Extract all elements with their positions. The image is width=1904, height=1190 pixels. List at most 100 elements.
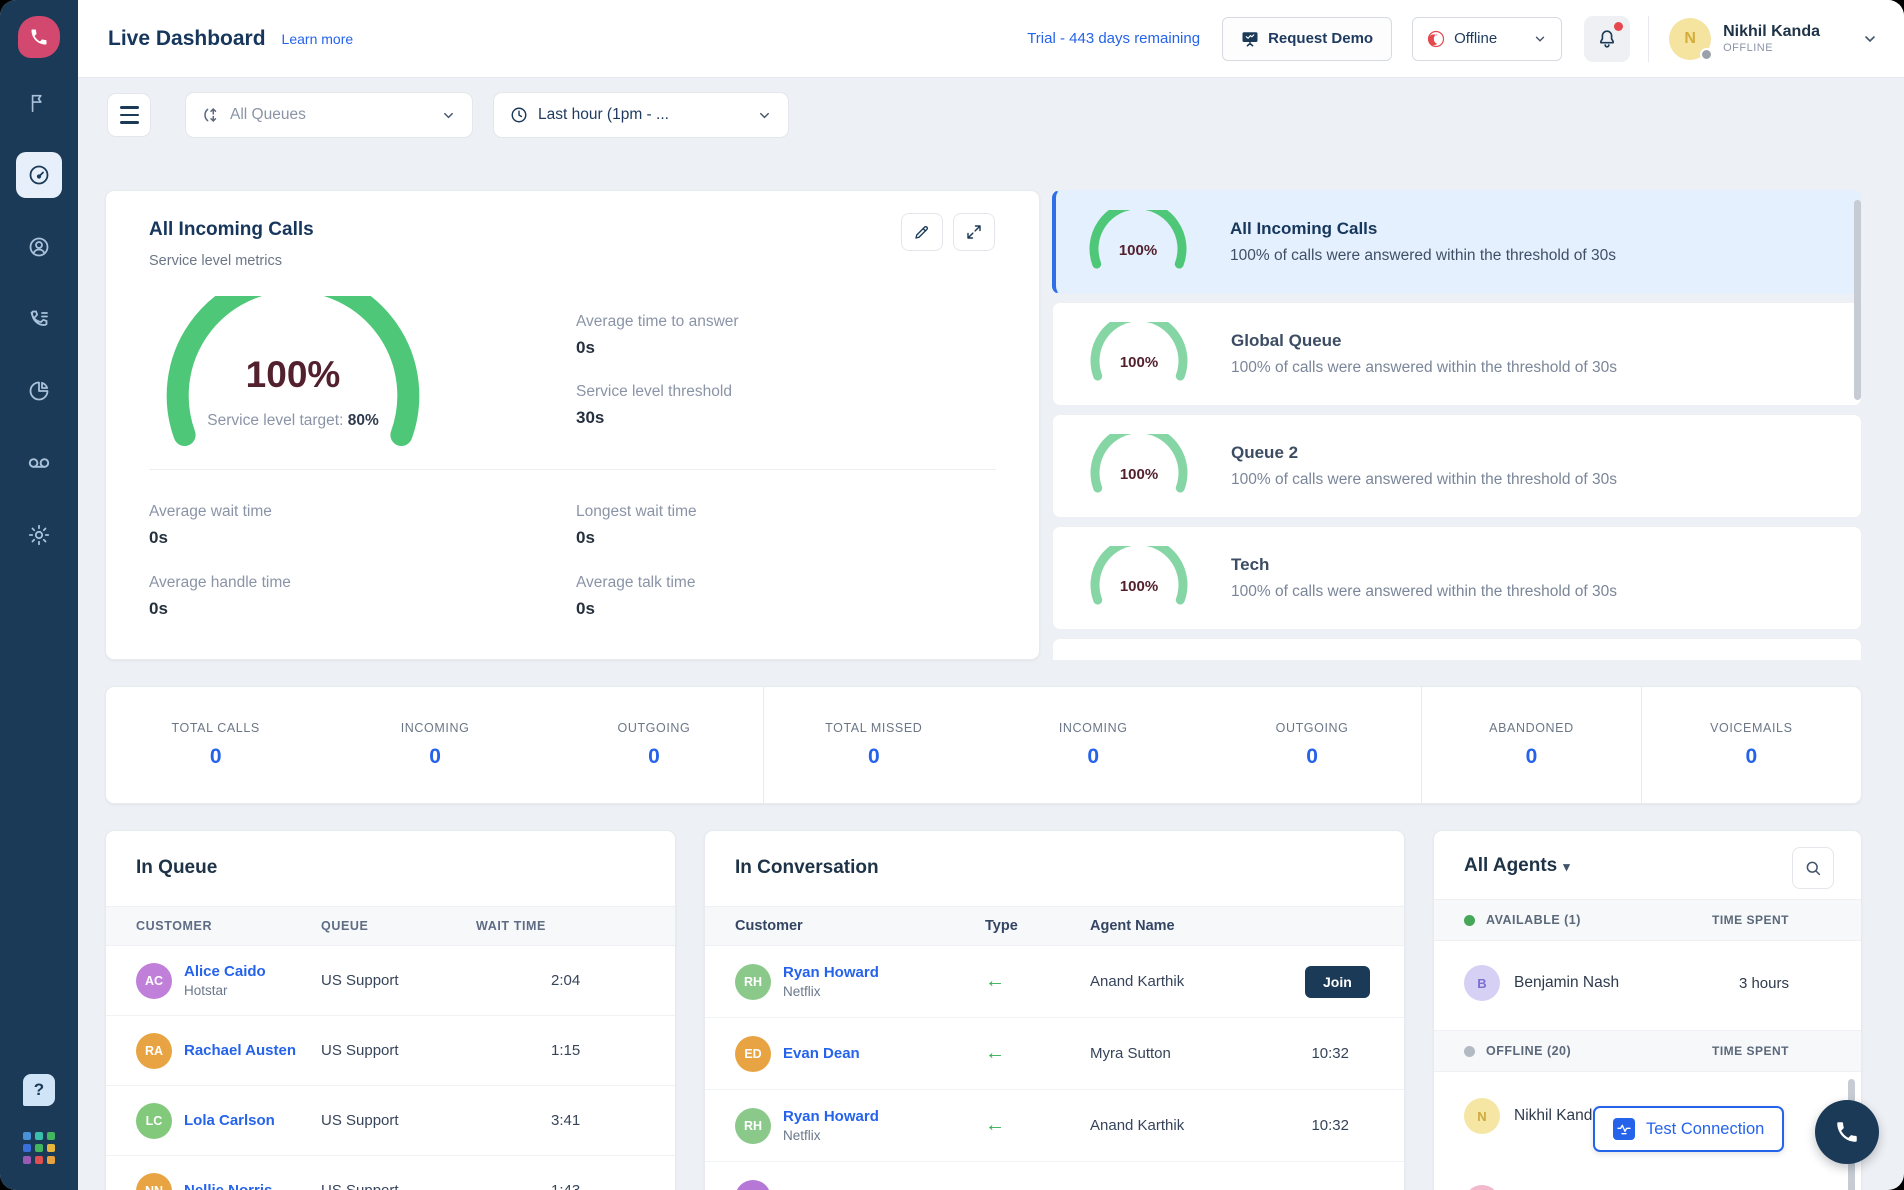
- avatar: AC: [136, 963, 172, 999]
- flag-icon: [28, 92, 50, 114]
- service-level-card: All Incoming Calls Service level metrics…: [105, 190, 1040, 660]
- phone-logo-icon: [29, 27, 49, 47]
- customer-link[interactable]: Ryan Howard: [783, 1108, 879, 1125]
- sidebar-item-settings[interactable]: [16, 512, 62, 558]
- agent-row: B Benjamin Nash 3 hours: [1434, 941, 1861, 1025]
- chevron-down-icon: [1862, 31, 1878, 47]
- queue-item-queue-2[interactable]: 100% Queue 2 100% of calls were answered…: [1052, 414, 1862, 518]
- presence-dot: [1700, 48, 1713, 61]
- user-profile-menu[interactable]: N Nikhil Kanda OFFLINE: [1669, 18, 1878, 60]
- help-button[interactable]: ?: [23, 1074, 55, 1106]
- queue-item-global-queue[interactable]: 100% Global Queue 100% of calls were ans…: [1052, 302, 1862, 406]
- queue-item-partial: [1052, 638, 1862, 660]
- notification-badge: [1614, 22, 1623, 31]
- bell-icon: [1596, 28, 1618, 50]
- agent-row-partial: [1434, 1161, 1861, 1190]
- in-queue-card: In Queue CUSTOMERQUEUEWAIT TIME AC Alice…: [105, 830, 676, 1190]
- request-demo-button[interactable]: Request Demo: [1222, 17, 1392, 61]
- avatar: N: [1669, 18, 1711, 60]
- in-queue-header: CUSTOMERQUEUEWAIT TIME: [106, 906, 675, 946]
- metric-service-level-threshold: Service level threshold 30s: [576, 383, 732, 428]
- card-title: All Incoming Calls: [149, 219, 314, 241]
- customer-link[interactable]: Evan Dean: [783, 1045, 860, 1062]
- stat-missed-outgoing: OUTGOING0: [1203, 687, 1422, 803]
- queue-name: All Incoming Calls: [1230, 219, 1616, 239]
- phone-icon: [1834, 1119, 1860, 1145]
- call-stats-bar: TOTAL CALLS0 INCOMING0 OUTGOING0 TOTAL M…: [105, 686, 1862, 804]
- learn-more-link[interactable]: Learn more: [282, 31, 354, 47]
- queue-filter-dropdown[interactable]: All Queues: [185, 92, 473, 138]
- avatar: ED: [735, 1036, 771, 1072]
- apps-launcher-icon[interactable]: [23, 1132, 55, 1164]
- sidebar-item-whats-new[interactable]: [16, 80, 62, 126]
- dialer-fab[interactable]: [1815, 1100, 1879, 1164]
- queue-description: 100% of calls were answered within the t…: [1231, 359, 1617, 377]
- sidebar-item-contacts[interactable]: [16, 224, 62, 270]
- incoming-call-icon: ←: [985, 1114, 1090, 1137]
- queue-item-all-incoming-calls[interactable]: 100% All Incoming Calls 100% of calls we…: [1052, 190, 1862, 294]
- customer-link[interactable]: Alice Caido: [184, 963, 266, 980]
- filter-bar: All Queues Last hour (1pm - ...: [185, 92, 789, 138]
- dashboard-speedometer-icon: [27, 163, 51, 187]
- stat-missed-incoming: INCOMING0: [984, 687, 1203, 803]
- menu-toggle-button[interactable]: [107, 93, 151, 137]
- sidebar-item-analytics[interactable]: [16, 368, 62, 414]
- sidebar-bottom: ?: [23, 1074, 55, 1164]
- customer-link[interactable]: Ryan Howard: [783, 964, 879, 981]
- queue-description: 100% of calls were answered within the t…: [1231, 471, 1617, 489]
- pie-chart-icon: [27, 379, 51, 403]
- sidebar-item-voicemail[interactable]: [16, 440, 62, 486]
- notifications-button[interactable]: [1584, 16, 1630, 62]
- agent-search-button[interactable]: [1792, 847, 1834, 889]
- queue-name: Tech: [1231, 555, 1617, 575]
- trial-banner: Trial - 443 days remaining: [1027, 30, 1200, 47]
- queues-icon: [202, 106, 220, 124]
- sidebar-item-live-dashboard[interactable]: [16, 152, 62, 198]
- queue-name: Global Queue: [1231, 331, 1617, 351]
- scrollbar-thumb[interactable]: [1854, 200, 1861, 400]
- avatar: B: [1464, 965, 1500, 1001]
- metric-longest-wait-time: Longest wait time 0s: [576, 503, 697, 548]
- search-icon: [1804, 859, 1822, 877]
- header-divider: [1648, 16, 1649, 62]
- time-range-dropdown[interactable]: Last hour (1pm - ...: [493, 92, 789, 138]
- queue-description: 100% of calls were answered within the t…: [1230, 247, 1616, 265]
- pencil-icon: [913, 223, 931, 241]
- customer-link[interactable]: Rachael Austen: [184, 1042, 296, 1059]
- table-row: AC Alice CaidoHotstar US Support 2:04: [106, 946, 675, 1016]
- metric-avg-handle-time: Average handle time 0s: [149, 574, 291, 619]
- gauge-percent: 100%: [148, 354, 438, 396]
- customer-link[interactable]: Lola Carlson: [184, 1112, 275, 1129]
- clock-icon: [510, 106, 528, 124]
- agent-name: Nikhil Kanda: [1514, 1107, 1601, 1125]
- agents-section-offline: OFFLINE (20) TIME SPENT: [1434, 1030, 1861, 1072]
- sidebar-item-call-logs[interactable]: [16, 296, 62, 342]
- table-row: RA Rachael Austen US Support 1:15: [106, 1016, 675, 1086]
- avatar: LC: [136, 1103, 172, 1139]
- availability-dropdown[interactable]: Offline: [1412, 17, 1562, 61]
- agent-name: Benjamin Nash: [1514, 974, 1619, 992]
- expand-button[interactable]: [953, 213, 995, 251]
- queue-description: 100% of calls were answered within the t…: [1231, 583, 1617, 601]
- avatar: N: [1464, 1098, 1500, 1134]
- stat-total-missed: TOTAL MISSED0: [764, 687, 983, 803]
- chevron-down-icon: [757, 108, 772, 123]
- in-conversation-card: In Conversation CustomerTypeAgent Name R…: [704, 830, 1405, 1190]
- queue-metrics-list: 100% All Incoming Calls 100% of calls we…: [1052, 190, 1862, 660]
- agent-name: Myra Sutton: [1090, 1045, 1305, 1062]
- table-row: ED Evan Dean ← Myra Sutton 10:32: [705, 1018, 1404, 1090]
- queue-item-tech[interactable]: 100% Tech 100% of calls were answered wi…: [1052, 526, 1862, 630]
- test-connection-button[interactable]: Test Connection: [1593, 1106, 1784, 1152]
- agents-filter-dropdown[interactable]: All Agents▾: [1464, 855, 1570, 877]
- queue-gauge: 100%: [1089, 322, 1189, 386]
- edit-button[interactable]: [901, 213, 943, 251]
- status-dot-available: [1464, 915, 1475, 926]
- avatar: [1464, 1185, 1500, 1190]
- join-call-button[interactable]: Join: [1305, 966, 1370, 998]
- table-row: RH Ryan HowardNetflix ← Anand Karthik Jo…: [705, 946, 1404, 1018]
- stat-abandoned: ABANDONED0: [1422, 687, 1641, 803]
- queue-gauge: 100%: [1089, 546, 1189, 610]
- customer-link[interactable]: Nellie Norris: [184, 1182, 272, 1190]
- in-conversation-title: In Conversation: [735, 857, 879, 879]
- divider: [149, 469, 996, 470]
